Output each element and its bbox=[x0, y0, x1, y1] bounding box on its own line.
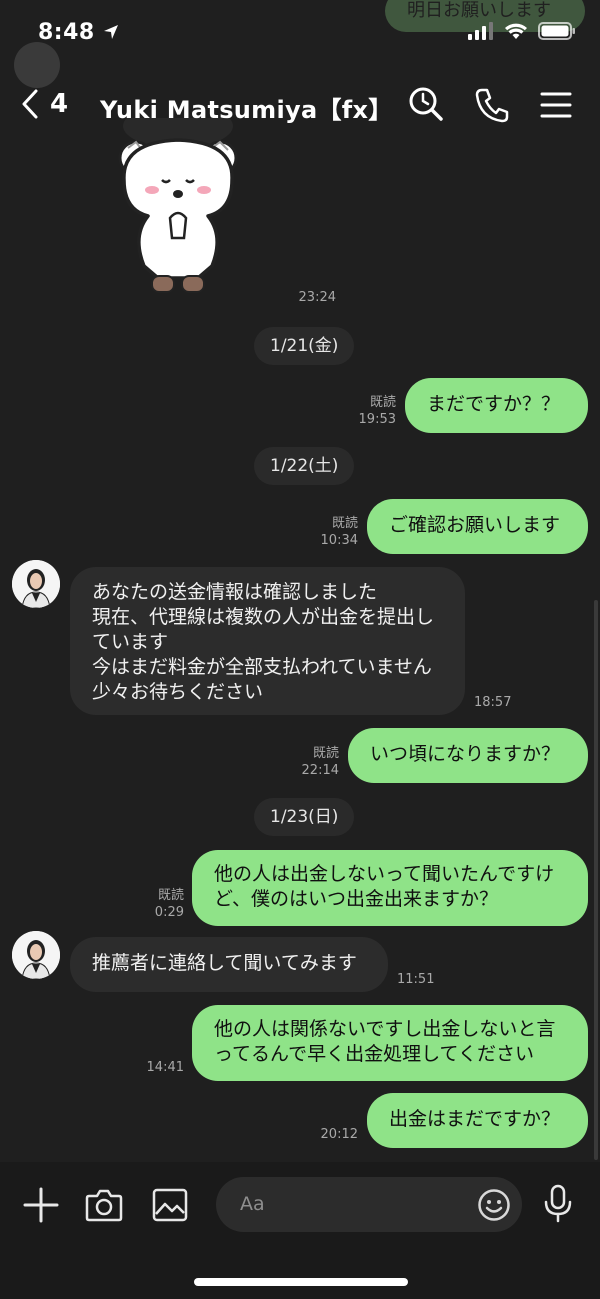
message-meta: 既読 22:14 bbox=[283, 745, 339, 779]
sticker-time: 23:24 bbox=[298, 290, 336, 305]
message-time: 11:51 bbox=[397, 972, 435, 987]
message-line: 少々お待ちください bbox=[92, 681, 264, 703]
chevron-left-icon bbox=[22, 89, 38, 119]
camera-icon[interactable] bbox=[85, 1187, 123, 1223]
date-separator: 1/21(金) bbox=[254, 327, 355, 365]
previous-avatar bbox=[14, 42, 60, 88]
outgoing-message[interactable]: 出金はまだですか？ bbox=[367, 1093, 588, 1148]
message-time: 19:53 bbox=[358, 412, 396, 427]
message-line: 他の人は関係ないですし出金しないと言 bbox=[214, 1018, 556, 1040]
outgoing-message[interactable]: いつ頃になりますか？ bbox=[348, 728, 588, 783]
wifi-icon bbox=[505, 23, 527, 39]
read-receipt: 既読 bbox=[312, 746, 339, 761]
date-separator: 1/22(土) bbox=[254, 447, 355, 485]
contact-avatar[interactable] bbox=[12, 560, 60, 608]
message-meta: 既読 0:29 bbox=[128, 887, 184, 921]
contact-avatar[interactable] bbox=[12, 931, 60, 979]
read-receipt: 既読 bbox=[157, 888, 184, 903]
input-placeholder: Aa bbox=[240, 1193, 265, 1215]
message-meta: 既読 10:34 bbox=[302, 515, 358, 549]
message-line: ってるんで早く出金処理してください bbox=[214, 1043, 534, 1065]
message-line: 現在、代理線は複数の人が出金を提出し bbox=[92, 606, 435, 628]
message-time: 20:12 bbox=[320, 1127, 358, 1142]
message-time: 14:41 bbox=[146, 1060, 184, 1075]
message-line: ています bbox=[92, 631, 169, 653]
date-separator: 1/23(日) bbox=[254, 798, 355, 836]
read-receipt: 既読 bbox=[331, 516, 358, 531]
incoming-message[interactable]: 推薦者に連絡して聞いてみます bbox=[70, 937, 388, 992]
message-line: ど、僕のはいつ出金出来ますか？ bbox=[214, 888, 499, 910]
phone-icon[interactable] bbox=[474, 86, 510, 124]
outgoing-message[interactable]: まだですか？？ bbox=[405, 378, 588, 433]
outgoing-message[interactable]: 他の人は出金しないって聞いたんですけ ど、僕のはいつ出金出来ますか？ bbox=[192, 850, 588, 926]
search-icon[interactable] bbox=[408, 86, 444, 124]
status-time-text: 8:48 bbox=[38, 20, 95, 45]
plus-icon[interactable] bbox=[22, 1186, 60, 1224]
image-icon[interactable] bbox=[152, 1187, 188, 1223]
message-meta: 既読 19:53 bbox=[340, 394, 396, 428]
status-indicators bbox=[468, 22, 576, 40]
unread-count: 4 bbox=[50, 89, 69, 119]
message-line: あなたの送金情報は確認しました bbox=[92, 581, 378, 603]
message-line: 他の人は出金しないって聞いたんですけ bbox=[214, 863, 555, 885]
message-time: 18:57 bbox=[474, 695, 512, 710]
read-receipt: 既読 bbox=[369, 395, 396, 410]
signal-icon bbox=[468, 22, 493, 40]
avatar-photo bbox=[12, 560, 60, 608]
status-time: 8:48 bbox=[38, 20, 119, 45]
incoming-message[interactable]: あなたの送金情報は確認しました 現在、代理線は複数の人が出金を提出し ています … bbox=[70, 567, 465, 715]
bear-sticker[interactable] bbox=[108, 118, 248, 298]
menu-icon[interactable] bbox=[540, 86, 572, 124]
avatar-photo bbox=[12, 931, 60, 979]
location-arrow-icon bbox=[103, 25, 118, 39]
message-time: 22:14 bbox=[301, 763, 339, 778]
outgoing-message[interactable]: 他の人は関係ないですし出金しないと言 ってるんで早く出金処理してください bbox=[192, 1005, 588, 1081]
message-time: 0:29 bbox=[154, 905, 184, 920]
emoji-icon[interactable] bbox=[477, 1188, 511, 1222]
battery-icon bbox=[538, 22, 575, 40]
outgoing-message[interactable]: ご確認お願いします bbox=[367, 499, 588, 554]
scrollbar[interactable] bbox=[594, 600, 598, 1160]
message-line: 今はまだ料金が全部支払われていません bbox=[92, 656, 432, 678]
microphone-icon[interactable] bbox=[542, 1184, 574, 1224]
message-time: 10:34 bbox=[320, 533, 358, 548]
back-button[interactable]: 4 bbox=[20, 88, 68, 120]
home-indicator[interactable] bbox=[194, 1278, 408, 1286]
